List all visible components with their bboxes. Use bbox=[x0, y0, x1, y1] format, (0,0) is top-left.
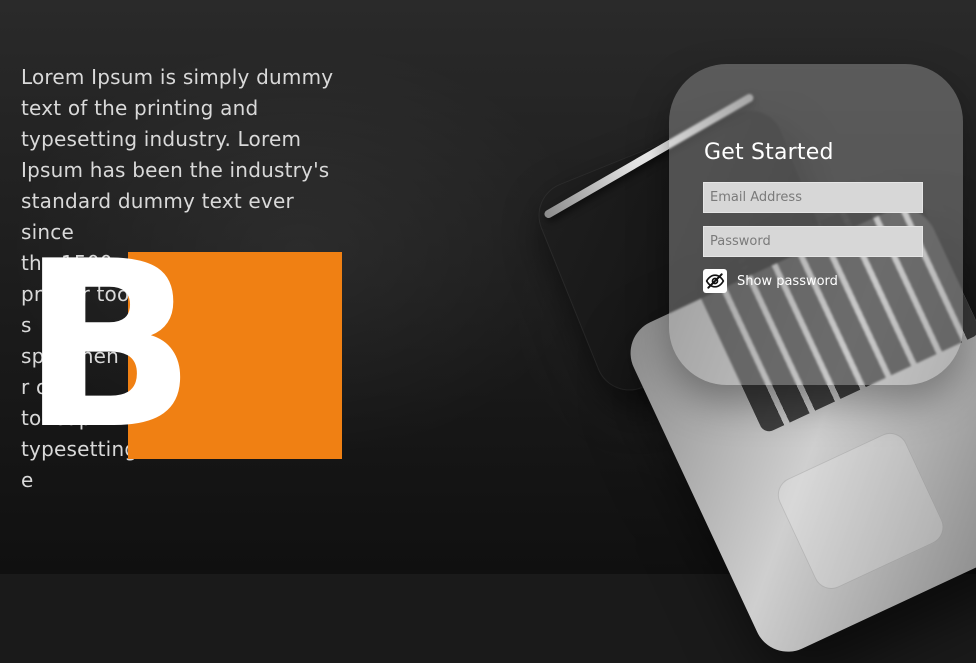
brand-logo-letter: B bbox=[21, 213, 197, 480]
hero-copy-line: text of the printing and bbox=[21, 96, 259, 120]
laptop-trackpad bbox=[771, 426, 950, 595]
password-field[interactable] bbox=[703, 226, 923, 257]
email-field[interactable] bbox=[703, 182, 923, 213]
brand-logo: B bbox=[21, 232, 342, 462]
show-password-toggle[interactable]: Show password bbox=[703, 269, 838, 293]
hero-copy-line: Lorem Ipsum is simply dummy bbox=[21, 65, 334, 89]
hero-copy-line: Ipsum has been the industry's bbox=[21, 158, 330, 182]
eye-slash-icon[interactable] bbox=[703, 269, 727, 293]
hero-copy-line: typesetting industry. Lorem bbox=[21, 127, 302, 151]
login-card: Get Started Show password bbox=[669, 64, 963, 385]
show-password-label[interactable]: Show password bbox=[737, 274, 838, 289]
login-title: Get Started bbox=[704, 140, 834, 165]
